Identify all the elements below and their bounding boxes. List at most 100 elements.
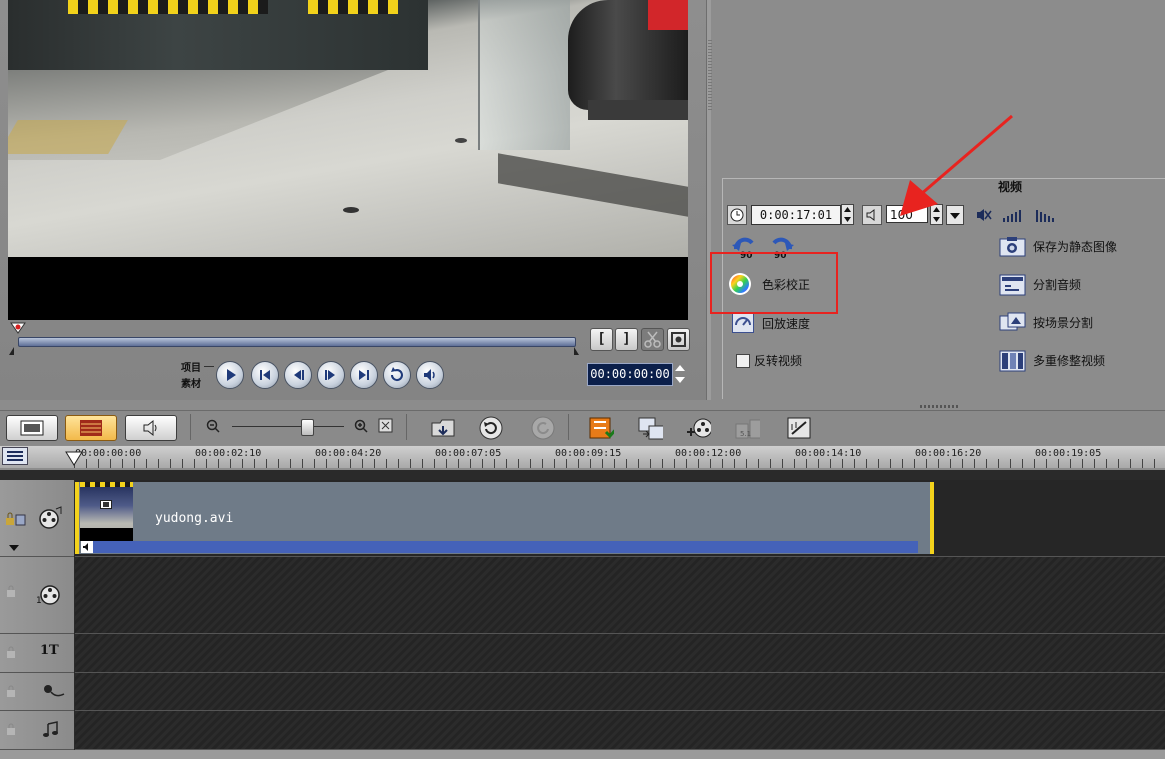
scrubber-marker-icon[interactable] [10,322,26,334]
panel-grip[interactable] [708,40,712,110]
zoom-slider-thumb[interactable] [301,419,314,436]
previous-frame-button[interactable] [284,361,312,389]
multi-trim-video-option[interactable]: 多重修整视频 [999,349,1159,373]
scrubber-bar[interactable] [18,337,576,347]
split-audio-icon [999,274,1026,296]
music-track[interactable] [75,711,1165,750]
video-preview[interactable] [8,0,688,320]
save-still-image-label: 保存为静态图像 [1033,240,1118,254]
voice-track-header[interactable] [0,673,74,711]
ruler-tick-label: 00:00:12:00 [675,448,742,459]
clip-type-icon [100,500,112,509]
redo-icon[interactable] [530,416,556,440]
split-by-scene-option[interactable]: 按场景分割 [999,311,1159,335]
speaker-icon [424,369,435,381]
split-by-scene-icon [999,312,1026,331]
voice-track[interactable] [75,673,1165,711]
multi-trim-video-label: 多重修整视频 [1033,354,1106,368]
overlay-track[interactable] [75,557,1165,634]
duration-field[interactable]: 0:00:17:01 [751,205,841,225]
video-track-header[interactable] [0,480,74,557]
reverse-video-checkbox[interactable] [736,354,750,368]
save-still-image-option[interactable]: 保存为静态图像 [999,235,1159,259]
enlarge-preview-button[interactable] [667,328,690,351]
clock-icon [727,205,747,225]
timecode-spinner-icon[interactable] [673,362,687,386]
smart-proxy-icon[interactable] [588,416,614,440]
duration-spinner-icon[interactable] [841,204,854,225]
split-audio-option[interactable]: 分割音频 [999,273,1159,297]
play-icon [227,369,236,381]
mark-out-button[interactable]: ] [615,328,638,351]
storyboard-view-button[interactable] [6,415,58,441]
track-manager-button[interactable] [2,447,28,465]
track-lock-icon[interactable] [6,646,16,658]
skip-to-end-icon [359,370,369,380]
next-frame-button[interactable] [317,361,345,389]
surround-mixer-icon[interactable]: 5.1 [734,416,760,440]
toolbar-divider [406,414,407,440]
playback-speed-option[interactable]: 回放速度 [732,312,842,334]
repeat-button[interactable] [383,361,411,389]
play-button[interactable] [216,361,244,389]
playhead-marker-icon[interactable] [64,451,84,467]
add-scene-icon[interactable] [685,416,711,440]
auto-music-icon[interactable] [786,416,812,440]
scissors-icon [644,331,661,348]
toolbar-divider [190,414,191,440]
clip-audio-icon [81,541,93,553]
mark-in-button[interactable]: [ [590,328,613,351]
title-track[interactable] [75,634,1165,673]
trim-start-handle-icon[interactable] [9,346,19,356]
ruler-tick-label: 00:00:16:20 [915,448,982,459]
video-frame-image [8,0,688,257]
reverse-video-option[interactable]: 反转视频 [736,352,846,372]
track-lock-icon[interactable] [6,723,16,735]
title-track-header[interactable]: 1T [0,634,74,673]
camera-icon [999,237,1026,257]
batch-convert-icon[interactable] [637,416,663,440]
music-track-header[interactable] [0,711,74,750]
timeline-view-icon [80,420,102,436]
track-manager-icon [7,451,23,461]
next-frame-icon [325,370,335,380]
system-volume-button[interactable] [416,361,444,389]
fit-project-icon[interactable] [378,418,393,433]
trim-end-handle-icon[interactable] [574,346,584,356]
playback-speed-label: 回放速度 [762,317,811,331]
ruler-tick-label: 00:00:14:10 [795,448,862,459]
zoom-in-icon[interactable] [354,419,368,433]
ruler-tick-label: 00:00:00:00 [75,448,142,459]
expand-track-icon[interactable] [8,544,20,552]
previous-frame-icon [294,370,304,380]
clip-audio-bar [93,541,918,553]
reverse-video-label: 反转视频 [754,354,803,368]
audio-view-button[interactable] [125,415,177,441]
preview-timecode[interactable]: 00:00:00:00 [587,363,673,386]
go-to-start-button[interactable] [251,361,279,389]
fade-out-icon[interactable] [1035,206,1057,224]
go-to-end-button[interactable] [350,361,378,389]
track-lock-icon[interactable] [6,585,16,597]
track-lock-icon[interactable] [4,512,26,526]
ruler-tick-label: 00:00:04:20 [315,448,382,459]
timeline-view-button[interactable] [65,415,117,441]
ruler-tick-label: 00:00:02:10 [195,448,262,459]
split-clip-button[interactable] [641,328,664,351]
mode-connector [204,366,214,367]
microphone-icon [44,685,65,697]
annotation-highlight-box [710,252,838,314]
insert-media-icon[interactable] [430,416,456,440]
zoom-out-icon[interactable] [206,419,220,433]
skip-to-start-icon [260,370,270,380]
overlay-track-header[interactable]: 1 [0,557,74,634]
clip-name: yudong.avi [155,511,234,526]
undo-icon[interactable] [478,416,504,440]
track-lock-icon[interactable] [6,685,16,697]
timeline-scrollbar[interactable] [0,750,1165,759]
clip-mode-label[interactable]: 素材 [181,375,201,390]
panel-resize-grip[interactable] [920,405,960,408]
zoom-slider-track[interactable] [232,426,344,427]
project-mode-label[interactable]: 项目 [181,359,201,374]
split-audio-label: 分割音频 [1033,278,1082,292]
